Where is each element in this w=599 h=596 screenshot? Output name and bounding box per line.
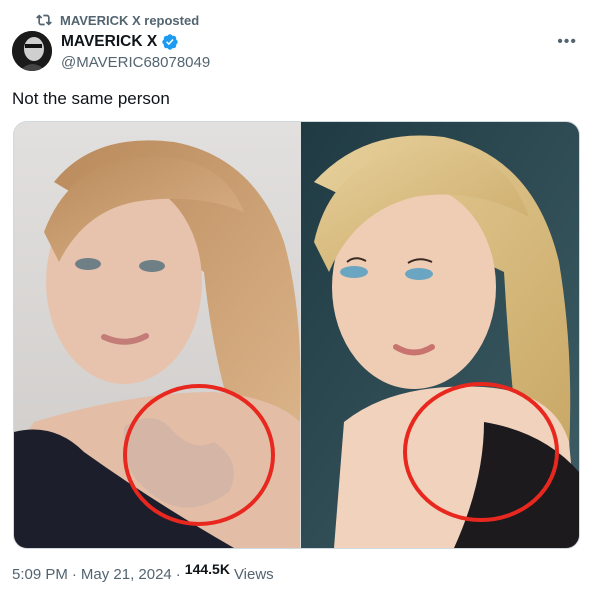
tweet-date[interactable]: May 21, 2024 bbox=[81, 566, 172, 583]
separator-dot: · bbox=[175, 566, 181, 583]
repost-icon bbox=[36, 14, 52, 26]
more-options-icon[interactable]: ••• bbox=[557, 33, 577, 51]
repost-indicator[interactable]: MAVERICK X reposted bbox=[36, 12, 199, 28]
repost-label: MAVERICK X reposted bbox=[60, 12, 200, 28]
author-handle[interactable]: @MAVERIC68078049 bbox=[61, 54, 210, 71]
tweet-meta: 5:09 PM · May 21, 2024 · 144.5K Views bbox=[12, 561, 274, 584]
author-name[interactable]: MAVERICK X bbox=[61, 33, 157, 51]
tweet-media-image[interactable] bbox=[13, 121, 580, 549]
views-label: Views bbox=[233, 566, 274, 583]
views-count: 144.5K bbox=[184, 560, 230, 577]
tweet-time[interactable]: 5:09 PM bbox=[12, 566, 68, 583]
tweet-text: Not the same person bbox=[12, 89, 170, 108]
verified-badge-icon bbox=[162, 34, 178, 50]
separator-dot: · bbox=[71, 566, 77, 583]
avatar[interactable] bbox=[12, 31, 52, 71]
